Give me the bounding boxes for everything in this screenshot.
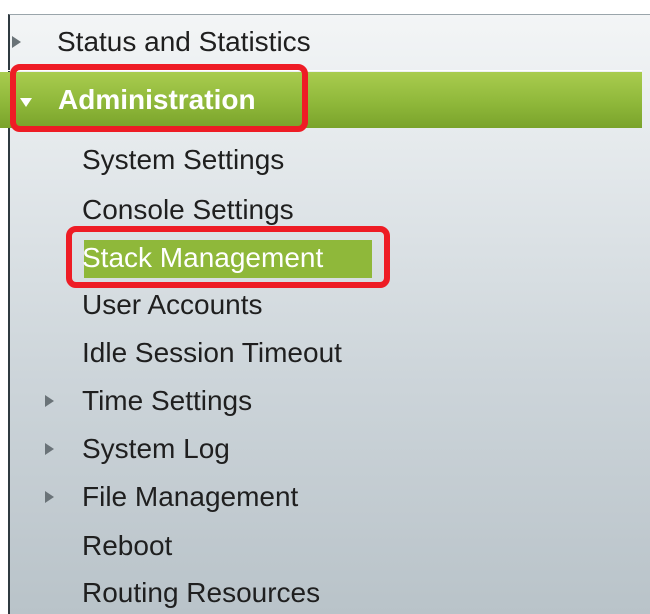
nav-item-label: Time Settings [82,385,253,416]
nav-item-label: Routing Resources [82,577,321,608]
nav-item-label: Console Settings [82,194,294,225]
nav-subitem-reboot[interactable]: Reboot [0,532,642,572]
expand-arrow-icon[interactable] [45,443,54,455]
expand-arrow-icon[interactable] [12,36,21,48]
nav-subitem-idle-session-timeout[interactable]: Idle Session Timeout [0,339,642,379]
nav-subitem-user-accounts[interactable]: User Accounts [0,291,642,331]
annotation-highlight-administration [10,64,308,132]
nav-item-label: System Settings [82,144,285,175]
annotation-highlight-stack-management [66,226,390,288]
nav-item-label: File Management [82,481,299,512]
nav-item-label: User Accounts [82,289,263,320]
screenshot-frame: Status and Statistics Administration Sys… [0,0,650,614]
nav-item-status-and-statistics[interactable]: Status and Statistics [0,14,642,71]
nav-subitem-system-log[interactable]: System Log [0,435,642,475]
nav-item-label: System Log [82,433,230,464]
nav-subitem-file-management[interactable]: File Management [0,483,642,523]
expand-arrow-icon[interactable] [45,395,54,407]
nav-subitem-time-settings[interactable]: Time Settings [0,387,642,427]
nav-subitem-system-settings[interactable]: System Settings [0,146,642,186]
nav-item-label: Idle Session Timeout [82,337,342,368]
nav-item-label: Status and Statistics [57,26,311,57]
nav-subitem-routing-resources[interactable]: Routing Resources [0,579,642,614]
nav-item-label: Reboot [82,530,173,561]
expand-arrow-icon[interactable] [45,491,54,503]
